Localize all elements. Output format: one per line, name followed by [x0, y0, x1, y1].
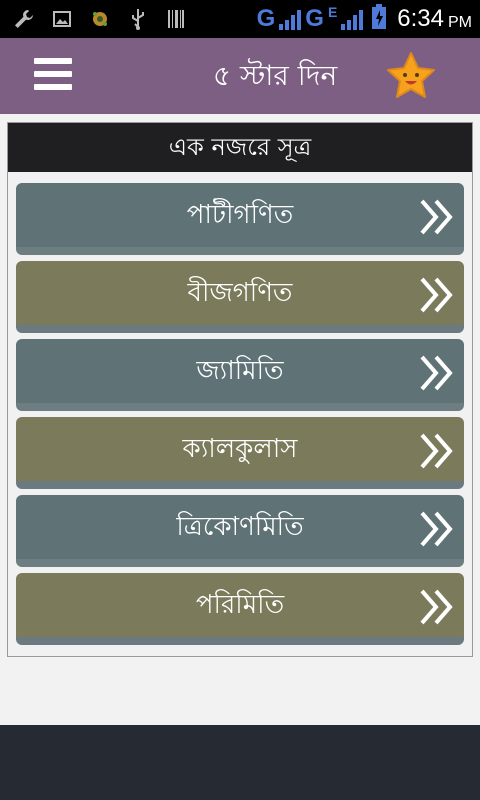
double-chevron-right-icon	[420, 433, 453, 469]
list-item-label: পাটীগণিত	[186, 200, 294, 230]
list-item-label: ক্যালকুলাস	[182, 434, 298, 464]
network-type-2: G	[305, 5, 324, 32]
gear-icon	[88, 7, 112, 31]
battery-icon	[371, 4, 387, 34]
rate-button[interactable]	[384, 50, 438, 104]
list-item-calculus[interactable]: ক্যালকুলাস	[16, 417, 464, 489]
usb-icon	[126, 7, 150, 31]
double-chevron-right-icon	[420, 277, 453, 313]
double-chevron-right-icon	[420, 355, 453, 391]
bottom-bar	[0, 725, 480, 800]
clock-ampm: PM	[448, 14, 472, 31]
barcode-icon	[164, 7, 188, 31]
notification-icons	[12, 7, 188, 31]
list-item-label: জ্যামিতি	[196, 356, 284, 386]
clock-time: 6:34	[397, 5, 444, 32]
star-icon	[387, 52, 435, 98]
double-chevron-right-icon	[420, 589, 453, 625]
image-icon	[50, 7, 74, 31]
hamburger-icon	[34, 58, 72, 90]
list-item-trigonometry[interactable]: ত্রিকোণমিতি	[16, 495, 464, 567]
wrench-icon	[12, 7, 36, 31]
signal-icon	[279, 8, 302, 30]
signal-icon-2	[341, 8, 364, 30]
list-item-label: পরিমিতি	[195, 590, 285, 620]
app-bar: ৫ স্টার দিন	[0, 38, 480, 114]
double-chevron-right-icon	[420, 199, 453, 235]
double-chevron-right-icon	[420, 511, 453, 547]
network-type-1: G	[256, 5, 276, 32]
list-item-label: বীজগণিত	[187, 278, 293, 308]
status-bar: G G E 6:34 PM	[0, 0, 480, 38]
system-status: G G E 6:34 PM	[257, 4, 472, 34]
app-title: ৫ স্টার দিন	[212, 59, 338, 92]
card-header: এক নজরে সূত্র	[8, 123, 472, 172]
list-item-mensuration[interactable]: পরিমিতি	[16, 573, 464, 645]
menu-button[interactable]	[34, 58, 72, 92]
network-type-3: E	[327, 4, 338, 20]
list-item-algebra[interactable]: বীজগণিত	[16, 261, 464, 333]
list-item-arithmetic[interactable]: পাটীগণিত	[16, 183, 464, 255]
list-item-label: ত্রিকোণমিতি	[176, 512, 304, 542]
formula-card: এক নজরে সূত্র পাটীগণিত বীজগণিত জ্যামিতি …	[7, 122, 473, 657]
list-item-geometry[interactable]: জ্যামিতি	[16, 339, 464, 411]
